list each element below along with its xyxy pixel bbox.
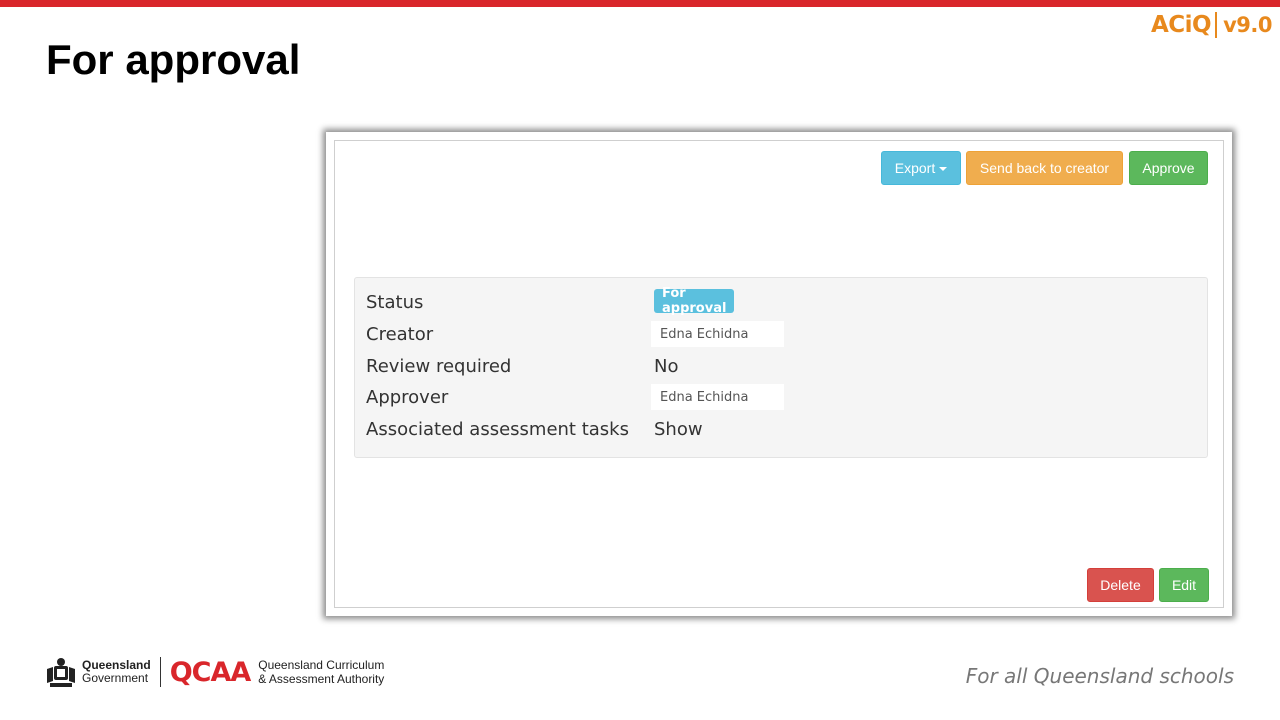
export-button[interactable]: Export (881, 151, 961, 185)
export-label: Export (894, 160, 936, 176)
app-panel: Export Send back to creator Approve Stat… (334, 140, 1224, 608)
qcaa-line2: & Assessment Authority (258, 672, 385, 686)
brand-divider (1215, 12, 1218, 38)
qld-gov-text: Queensland Government (82, 659, 151, 685)
status-label: Status (366, 291, 424, 313)
slide-title: For approval (46, 36, 301, 83)
qcaa-logo: QCAA (169, 656, 252, 688)
queensland-crest-icon (47, 658, 75, 687)
edit-button[interactable]: Edit (1159, 568, 1209, 602)
details-well: Status For approval Creator Edna Echidna… (354, 277, 1208, 458)
creator-label: Creator (366, 323, 434, 345)
status-badge: For approval (654, 286, 735, 316)
brand-version: v9.0 (1223, 13, 1272, 37)
footer-logos: Queensland Government QCAA Queensland Cu… (44, 654, 384, 690)
aciq-logo: ACiQ v9.0 (1151, 12, 1272, 38)
approve-button[interactable]: Approve (1129, 151, 1208, 185)
slide: ACiQ v9.0 For approval Export Send back … (0, 0, 1280, 720)
top-accent-bar (0, 0, 1280, 7)
show-tasks-link[interactable]: Show (654, 419, 703, 440)
review-value: No (654, 355, 679, 377)
brand-name: ACiQ (1150, 12, 1212, 38)
creator-value: Edna Echidna (651, 321, 784, 347)
qld-gov-line2: Government (82, 671, 149, 685)
review-label: Review required (366, 355, 512, 377)
approver-label: Approver (366, 386, 449, 408)
qcaa-text: Queensland Curriculum & Assessment Autho… (258, 658, 384, 686)
app-screenshot: Export Send back to creator Approve Stat… (326, 132, 1232, 616)
qcaa-line1: Queensland Curriculum (258, 658, 385, 672)
tasks-label: Associated assessment tasks (366, 418, 629, 440)
approver-value: Edna Echidna (651, 384, 784, 410)
tagline: For all Queensland schools (965, 664, 1234, 688)
delete-button[interactable]: Delete (1087, 568, 1154, 602)
footer-divider (159, 657, 161, 687)
caret-down-icon (939, 167, 948, 171)
send-back-button[interactable]: Send back to creator (966, 151, 1123, 185)
